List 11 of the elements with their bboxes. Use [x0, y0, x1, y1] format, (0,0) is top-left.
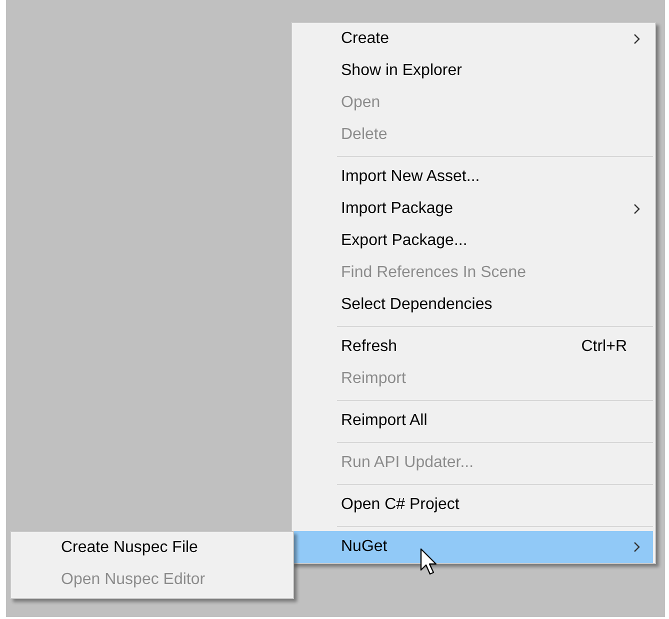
menu-item[interactable]: Create	[294, 23, 653, 55]
menu-item[interactable]: Show in Explorer	[294, 55, 653, 87]
menu-item[interactable]: Select Dependencies	[294, 289, 653, 321]
menu-item[interactable]: NuGet	[294, 531, 653, 563]
menu-item[interactable]: Create Nuspec File	[13, 532, 291, 564]
menu-item[interactable]: Reimport All	[294, 405, 653, 437]
menu-item[interactable]: Refresh Ctrl+R	[294, 331, 653, 363]
menu-item[interactable]: Open C# Project	[294, 489, 653, 521]
menu-item[interactable]: Import Package	[294, 193, 653, 225]
menu-item[interactable]: Import New Asset...	[294, 161, 653, 193]
menu-item[interactable]: Export Package...	[294, 225, 653, 257]
